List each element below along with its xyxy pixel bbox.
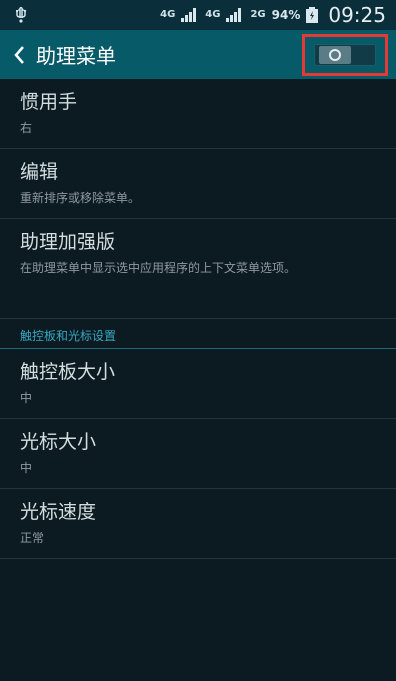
setting-description: 重新排序或移除菜单。 — [20, 191, 141, 205]
master-toggle-switch[interactable] — [314, 44, 376, 66]
setting-value: 中 — [20, 391, 33, 405]
setting-title: 光标速度 — [20, 501, 97, 523]
setting-touchpad-size[interactable]: 触控板大小 中 — [0, 349, 396, 419]
setting-edit[interactable]: 编辑 重新排序或移除菜单。 — [0, 149, 396, 219]
status-left — [14, 7, 28, 23]
battery-percent: 94% — [271, 8, 301, 22]
setting-title: 助理加强版 — [20, 231, 116, 253]
back-arrow-icon[interactable] — [10, 43, 28, 67]
signal-icon — [181, 8, 197, 22]
setting-handedness[interactable]: 惯用手 右 — [0, 79, 396, 149]
network-type-label: 2G — [250, 9, 266, 20]
setting-cursor-size[interactable]: 光标大小 中 — [0, 419, 396, 489]
setting-description: 在助理菜单中显示选中应用程序的上下文菜单选项。 — [20, 261, 297, 275]
page-title: 助理菜单 — [36, 44, 116, 68]
usb-icon — [16, 7, 27, 23]
highlight-box — [302, 34, 388, 76]
setting-title: 触控板大小 — [20, 361, 116, 383]
clock: 09:25 — [328, 3, 386, 27]
setting-value: 正常 — [20, 531, 45, 545]
settings-list: 惯用手 右 编辑 重新排序或移除菜单。 助理加强版 在助理菜单中显示选中应用程序… — [0, 79, 396, 559]
battery-charging-icon — [306, 7, 319, 23]
setting-value: 中 — [20, 461, 33, 475]
network-type-label: 4G — [160, 9, 176, 20]
setting-cursor-speed[interactable]: 光标速度 正常 — [0, 489, 396, 559]
setting-title: 光标大小 — [20, 431, 97, 453]
signal-icon — [226, 8, 242, 22]
section-header-touchpad: 触控板和光标设置 — [0, 319, 396, 349]
setting-enhanced[interactable]: 助理加强版 在助理菜单中显示选中应用程序的上下文菜单选项。 — [0, 219, 396, 319]
setting-title: 编辑 — [20, 161, 59, 183]
toggle-knob — [319, 46, 351, 64]
setting-value: 右 — [20, 121, 33, 135]
network-type-label: 4G — [205, 9, 221, 20]
off-circle-icon — [329, 49, 341, 61]
status-bar: 4G 4G 2G 94% 09:25 — [0, 0, 396, 30]
status-right: 4G 4G 2G 94% 09:25 — [160, 3, 386, 27]
setting-title: 惯用手 — [20, 91, 78, 113]
app-bar: 助理菜单 — [0, 30, 396, 79]
